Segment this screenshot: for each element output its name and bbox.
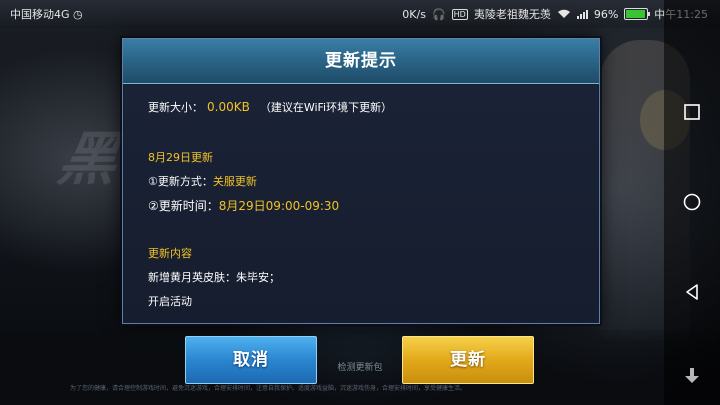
- arrow-down-icon: [685, 368, 699, 383]
- back-button[interactable]: [664, 272, 720, 312]
- background-logo-text: 黑: [53, 125, 130, 193]
- update-method-label: ①更新方式：: [148, 175, 213, 188]
- battery-icon: [624, 8, 651, 20]
- dialog-title: 更新提示: [325, 51, 397, 71]
- home-button[interactable]: [664, 182, 720, 222]
- circle-icon: [683, 193, 701, 211]
- battery-percent: 96%: [593, 7, 619, 21]
- notification-text: 夷陵老祖魏无羡: [473, 8, 551, 21]
- android-nav-bar: [664, 0, 720, 405]
- health-notice-footer: 为了您的健康，请合理控制游戏时间，避免沉迷游戏，合理安排时间，注意自我保护。适度…: [70, 385, 467, 392]
- square-icon: [684, 104, 700, 120]
- update-size-note: （建议在WiFi环境下更新）: [259, 101, 393, 114]
- update-time-row: ②更新时间：8月29日09:00-09:30: [148, 197, 339, 214]
- update-dialog: 更新提示 更新大小： 0.00KB （建议在WiFi环境下更新） 8月29日更新 ①…: [122, 38, 600, 324]
- update-time-label: ②更新时间：: [148, 199, 219, 213]
- triangle-back-icon: [686, 284, 698, 300]
- signal-icon: [576, 9, 588, 19]
- update-content-line-2: 开启活动: [148, 295, 192, 308]
- cancel-button[interactable]: 取消: [185, 336, 317, 384]
- dialog-header: 更新提示: [123, 39, 599, 84]
- update-size-value: 0.00KB: [207, 100, 250, 114]
- recent-apps-button[interactable]: [664, 92, 720, 132]
- hide-nav-button[interactable]: [664, 356, 720, 396]
- wifi-icon: [557, 9, 570, 18]
- update-date-heading: 8月29日更新: [148, 151, 213, 164]
- headphone-icon: 🎧: [431, 7, 446, 21]
- clock-icon: ◷: [73, 8, 83, 21]
- status-right: 0K/s 🎧 HD 夷陵老祖魏无羡 96% 中午11:25: [402, 6, 708, 22]
- update-size-row: 更新大小： 0.00KB （建议在WiFi环境下更新）: [148, 99, 392, 115]
- carrier-label: 中国移动4G: [10, 8, 70, 21]
- status-bar: 中国移动4G ◷ 0K/s 🎧 HD 夷陵老祖魏无羡 96% 中午11:25: [0, 0, 720, 26]
- update-button[interactable]: 更新: [402, 336, 534, 384]
- hd-icon: HD: [451, 8, 468, 20]
- dialog-body: 更新大小： 0.00KB （建议在WiFi环境下更新） 8月29日更新 ①更新方式：…: [124, 85, 598, 322]
- check-update-label: 检测更新包: [337, 363, 383, 373]
- status-left: 中国移动4G ◷: [10, 6, 83, 22]
- update-size-label: 更新大小：: [148, 101, 203, 114]
- net-speed: 0K/s: [402, 7, 426, 21]
- update-content-line-1: 新增黄月英皮肤：朱毕安；: [148, 271, 280, 284]
- update-method-row: ①更新方式：关服更新: [148, 173, 257, 189]
- update-content-heading: 更新内容: [148, 247, 192, 260]
- update-time-value: 8月29日09:00-09:30: [218, 199, 340, 213]
- update-method-value: 关服更新: [212, 175, 257, 188]
